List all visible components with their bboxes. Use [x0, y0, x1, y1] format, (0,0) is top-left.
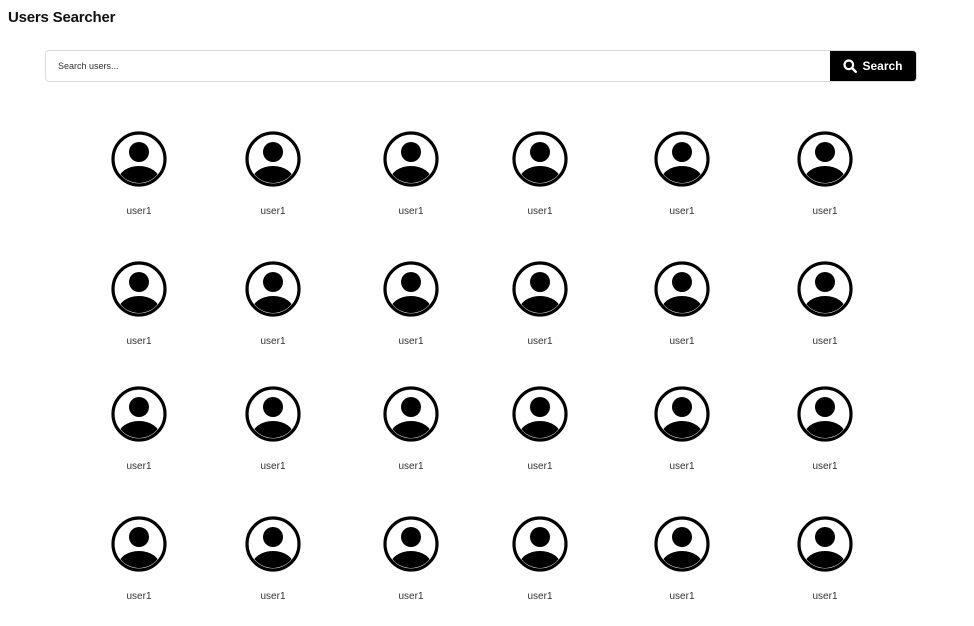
user-avatar-icon	[383, 516, 439, 577]
user-card[interactable]: user1	[366, 516, 456, 603]
user-card[interactable]: user1	[366, 131, 456, 218]
user-name: user1	[669, 206, 695, 217]
search-button[interactable]: Search	[830, 51, 916, 81]
user-card[interactable]: user1	[780, 261, 870, 348]
user-avatar-icon	[512, 261, 568, 322]
user-card[interactable]: user1	[495, 516, 585, 603]
user-avatar-icon	[111, 261, 167, 322]
user-avatar-icon	[245, 516, 301, 577]
user-card[interactable]: user1	[637, 261, 727, 348]
user-card[interactable]: user1	[94, 386, 184, 473]
page-title: Users Searcher	[8, 9, 116, 26]
user-card[interactable]: user1	[366, 261, 456, 348]
user-name: user1	[398, 336, 424, 347]
user-name: user1	[260, 336, 286, 347]
search-icon	[843, 59, 858, 73]
user-card[interactable]: user1	[637, 386, 727, 473]
user-card[interactable]: user1	[228, 131, 318, 218]
user-avatar-icon	[111, 131, 167, 192]
user-name: user1	[398, 591, 424, 602]
user-avatar-icon	[797, 131, 853, 192]
user-avatar-icon	[654, 516, 710, 577]
user-name: user1	[812, 461, 838, 472]
user-card[interactable]: user1	[495, 261, 585, 348]
user-avatar-icon	[245, 131, 301, 192]
user-avatar-icon	[654, 386, 710, 447]
user-card[interactable]: user1	[94, 131, 184, 218]
user-name: user1	[260, 461, 286, 472]
user-avatar-icon	[383, 386, 439, 447]
user-name: user1	[126, 591, 152, 602]
user-avatar-icon	[245, 261, 301, 322]
user-card[interactable]: user1	[637, 131, 727, 218]
user-card[interactable]: user1	[228, 261, 318, 348]
user-avatar-icon	[383, 131, 439, 192]
user-card[interactable]: user1	[637, 516, 727, 603]
user-card[interactable]: user1	[495, 386, 585, 473]
user-avatar-icon	[654, 131, 710, 192]
user-avatar-icon	[654, 261, 710, 322]
user-avatar-icon	[111, 516, 167, 577]
user-card[interactable]: user1	[780, 131, 870, 218]
user-card[interactable]: user1	[366, 386, 456, 473]
user-avatar-icon	[797, 386, 853, 447]
user-name: user1	[812, 591, 838, 602]
user-name: user1	[126, 336, 152, 347]
search-input[interactable]	[46, 51, 830, 81]
user-name: user1	[669, 336, 695, 347]
user-name: user1	[398, 461, 424, 472]
user-name: user1	[126, 206, 152, 217]
user-name: user1	[527, 461, 553, 472]
user-name: user1	[812, 206, 838, 217]
user-card[interactable]: user1	[228, 386, 318, 473]
user-name: user1	[669, 591, 695, 602]
user-name: user1	[260, 591, 286, 602]
user-avatar-icon	[383, 261, 439, 322]
user-card[interactable]: user1	[94, 516, 184, 603]
user-avatar-icon	[512, 516, 568, 577]
user-name: user1	[812, 336, 838, 347]
user-name: user1	[527, 206, 553, 217]
user-name: user1	[527, 336, 553, 347]
user-avatar-icon	[512, 131, 568, 192]
user-avatar-icon	[797, 516, 853, 577]
user-name: user1	[260, 206, 286, 217]
user-avatar-icon	[512, 386, 568, 447]
search-button-label: Search	[862, 59, 903, 73]
user-card[interactable]: user1	[228, 516, 318, 603]
user-avatar-icon	[111, 386, 167, 447]
user-name: user1	[527, 591, 553, 602]
user-name: user1	[126, 461, 152, 472]
user-card[interactable]: user1	[495, 131, 585, 218]
user-card[interactable]: user1	[780, 386, 870, 473]
user-avatar-icon	[245, 386, 301, 447]
user-name: user1	[398, 206, 424, 217]
user-card[interactable]: user1	[780, 516, 870, 603]
user-name: user1	[669, 461, 695, 472]
user-card[interactable]: user1	[94, 261, 184, 348]
user-avatar-icon	[797, 261, 853, 322]
search-bar: Search	[45, 50, 917, 82]
